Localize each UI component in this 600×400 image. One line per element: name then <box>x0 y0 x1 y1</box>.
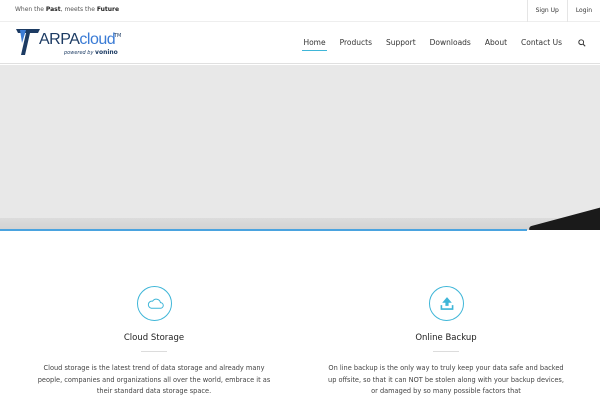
feature-divider <box>141 351 167 352</box>
feature-cloud-storage: Cloud Storage Cloud storage is the lates… <box>4 286 304 398</box>
feature-title: Cloud Storage <box>123 333 185 343</box>
search-button[interactable] <box>572 22 590 64</box>
nav-downloads[interactable]: Downloads <box>423 22 478 64</box>
upload-icon <box>440 297 453 310</box>
nav-about[interactable]: About <box>478 22 514 64</box>
nav-home[interactable]: Home <box>296 22 332 64</box>
nav-support[interactable]: Support <box>379 22 423 64</box>
logo-powered-by: powered by vonino <box>64 49 118 56</box>
tagline-text: When the <box>15 6 46 13</box>
feature-description: On line backup is the only way to truly … <box>328 364 564 395</box>
search-icon <box>578 39 586 47</box>
powered-by-text: powered by <box>64 50 94 56</box>
nav-products[interactable]: Products <box>333 22 379 64</box>
top-bar: When the Past, meets the Future Sign Up … <box>0 0 600 22</box>
feature-online-backup: Online Backup On line backup is the only… <box>296 286 596 398</box>
feature-icon-circle <box>428 286 464 321</box>
main-nav: Home Products Support Downloads About Co… <box>296 22 590 64</box>
tagline-future: Future <box>96 6 120 13</box>
sign-up-link[interactable]: Sign Up <box>526 0 567 22</box>
site-header: ARPAcloud TM powered by vonino Home Prod… <box>0 22 600 64</box>
hero-banner <box>0 65 600 230</box>
account-links: Sign Up Login <box>526 0 600 22</box>
feature-title: Online Backup <box>415 333 477 343</box>
logo-trademark: TM <box>114 33 122 39</box>
powered-brand: vonino <box>95 49 118 56</box>
tagline-past: Past <box>45 6 61 13</box>
tagline-text: , meets the <box>60 6 97 13</box>
logo-wordmark: ARPAcloud <box>39 31 116 49</box>
hero-progress-line <box>0 229 527 231</box>
feature-description: Cloud storage is the latest trend of dat… <box>37 364 271 395</box>
feature-divider <box>433 351 459 352</box>
cloud-icon <box>147 298 164 309</box>
nav-contact-us[interactable]: Contact Us <box>514 22 569 64</box>
logo-brand-cloud: cloud <box>79 31 116 48</box>
login-link[interactable]: Login <box>566 0 600 22</box>
site-logo[interactable]: ARPAcloud TM powered by vonino <box>16 27 131 59</box>
logo-brand-arpa: ARPA <box>39 31 80 48</box>
feature-icon-circle <box>136 286 172 321</box>
tagline: When the Past, meets the Future <box>15 6 119 13</box>
